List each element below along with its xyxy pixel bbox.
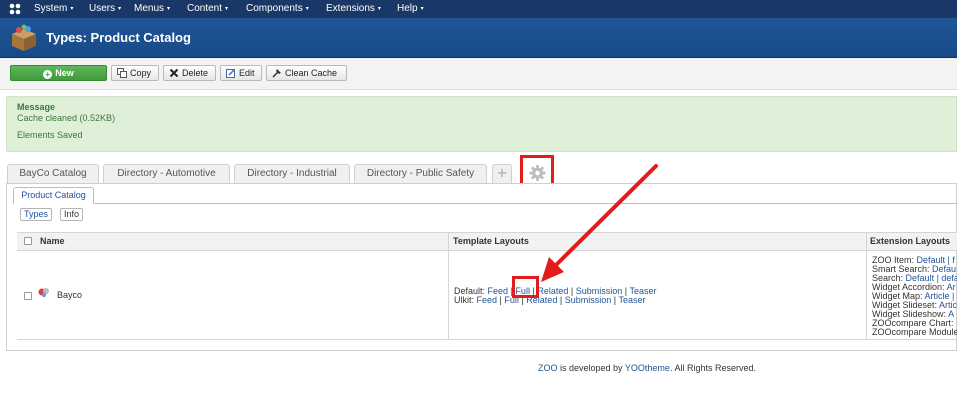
menu-system[interactable]: System ▾ — [34, 0, 73, 18]
zoo-link[interactable]: ZOO — [538, 363, 558, 373]
menu-content[interactable]: Content ▾ — [187, 0, 228, 18]
clean-cache-button[interactable]: Clean Cache — [266, 65, 347, 81]
extension-layout-line: ZOOcompare Module — [872, 327, 957, 337]
chevron-down-icon: ▾ — [225, 6, 229, 12]
broom-icon — [272, 69, 281, 78]
edit-button[interactable]: Edit — [220, 65, 262, 81]
row-checkbox[interactable] — [24, 292, 32, 300]
uikit-label: Ulkit: — [454, 295, 474, 305]
copy-icon — [117, 68, 127, 78]
layout-link-feed[interactable]: Feed — [477, 295, 498, 305]
row-divider — [17, 339, 957, 340]
delete-button[interactable]: Delete — [163, 65, 216, 81]
menu-extensions[interactable]: Extensions ▾ — [326, 0, 381, 18]
page-header: Types: Product Catalog — [0, 18, 957, 58]
type-name-link[interactable]: Bayco — [57, 290, 82, 300]
page-title: Types: Product Catalog — [46, 30, 191, 45]
chevron-down-icon: ▾ — [70, 6, 74, 12]
layout-link-submission[interactable]: Submission — [565, 295, 612, 305]
copy-button[interactable]: Copy — [111, 65, 159, 81]
footer-credit: ZOO is developed by YOOtheme. All Rights… — [538, 363, 756, 373]
chevron-down-icon: ▾ — [420, 6, 424, 12]
system-message: Message Cache cleaned (0.52KB) Elements … — [6, 96, 957, 152]
top-menu-bar: System ▾ Users ▾ Menus ▾ Content ▾ Component… — [0, 0, 957, 18]
message-text: Cache cleaned (0.52KB) — [17, 113, 116, 123]
info-button[interactable]: Info — [60, 208, 84, 221]
chevron-down-icon: ▾ — [167, 6, 171, 12]
column-divider — [866, 232, 867, 339]
chevron-down-icon: ▾ — [305, 6, 309, 12]
menu-components[interactable]: Components ▾ — [246, 0, 309, 18]
type-icon — [38, 288, 49, 298]
highlight-box-full — [512, 276, 539, 298]
types-button[interactable]: Types — [20, 208, 53, 221]
menu-users[interactable]: Users ▾ — [89, 0, 121, 18]
tab-directory-public-safety[interactable]: Directory - Public Safety — [354, 164, 487, 183]
tab-directory-industrial[interactable]: Directory - Industrial — [234, 164, 350, 183]
joomla-logo-icon[interactable] — [8, 2, 22, 16]
catalog-panel — [6, 183, 957, 351]
add-tab-plus-icon[interactable]: + — [492, 164, 512, 183]
column-divider — [448, 232, 449, 339]
column-header-template-layouts: Template Layouts — [453, 236, 529, 246]
select-all-checkbox[interactable] — [24, 237, 32, 245]
close-icon — [169, 68, 179, 78]
yootheme-link[interactable]: YOOtheme — [625, 363, 670, 373]
message-heading: Message — [17, 102, 56, 112]
column-header-name[interactable]: Name — [40, 236, 65, 246]
tab-product-catalog[interactable]: Product Catalog — [13, 187, 94, 204]
new-button[interactable]: + New — [10, 65, 107, 81]
subtab-divider — [13, 203, 957, 204]
menu-menus[interactable]: Menus ▾ — [134, 0, 170, 18]
chevron-down-icon: ▾ — [118, 6, 122, 12]
message-text: Elements Saved — [17, 130, 83, 140]
uikit-layouts: Ulkit: Feed | Full | Related | Submissio… — [454, 295, 646, 305]
plus-icon: + — [43, 70, 53, 79]
menu-help[interactable]: Help ▾ — [397, 0, 424, 18]
chevron-down-icon: ▾ — [377, 6, 381, 12]
tab-bayco-catalog[interactable]: BayCo Catalog — [7, 164, 99, 183]
tab-directory-automotive[interactable]: Directory - Automotive — [103, 164, 230, 183]
column-header-extension-layouts: Extension Layouts — [870, 236, 951, 246]
zoo-box-icon — [12, 24, 36, 51]
edit-icon — [226, 68, 236, 78]
layout-link-teaser[interactable]: Teaser — [618, 295, 645, 305]
